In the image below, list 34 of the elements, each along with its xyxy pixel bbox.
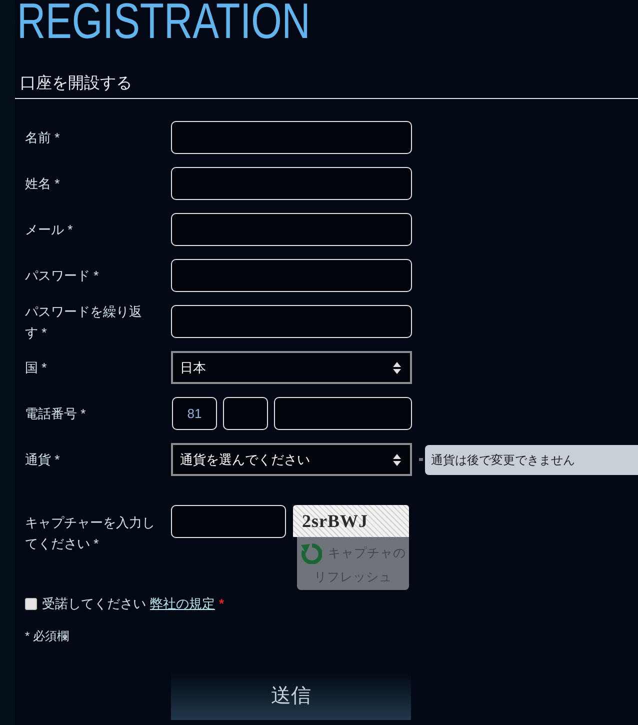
required-mark: * (219, 596, 224, 612)
dropdown-select[interactable]: 日本 (171, 351, 412, 384)
field-label: 国 * (25, 359, 48, 377)
field-label: キャプチャーを入力してください * (25, 514, 156, 553)
input-field[interactable] (171, 259, 412, 292)
input-field[interactable]: 81 (172, 397, 217, 430)
updown-arrows-icon (393, 454, 401, 466)
section-title: 口座を開設する (20, 74, 132, 94)
input-field[interactable] (171, 305, 412, 338)
submit-button[interactable]: 送信 (171, 672, 411, 720)
field-label: 通貨 * (25, 451, 61, 469)
dropdown-select[interactable]: 通貨を選んでください (171, 443, 412, 476)
required-note: * 必須欄 (24, 628, 70, 644)
tooltip-pointer-icon (419, 458, 423, 461)
input-field[interactable] (171, 121, 412, 154)
refresh-icon (300, 542, 322, 564)
input-field[interactable] (274, 397, 412, 430)
terms-link[interactable]: 弊社の規定 (150, 596, 215, 612)
field-label: 名前 * (25, 129, 61, 147)
input-field[interactable] (171, 213, 412, 246)
field-label: 電話番号 * (25, 405, 87, 423)
field-label: メール * (25, 221, 74, 239)
input-field[interactable] (171, 505, 286, 538)
page-title: REGISTRATION (17, 0, 310, 46)
input-field[interactable] (223, 397, 268, 430)
field-label: 姓名 * (25, 175, 61, 193)
terms-label: 受諾してください (42, 596, 146, 612)
tooltip: 通貨は後で変更できません (425, 444, 638, 474)
checkbox[interactable] (25, 598, 37, 610)
input-field[interactable] (171, 167, 412, 200)
captcha-image: 2srBWJ (293, 505, 409, 537)
field-label: パスワード * (25, 267, 100, 285)
field-label: パスワードを繰り返す * (25, 302, 143, 342)
updown-arrows-icon (393, 362, 401, 374)
